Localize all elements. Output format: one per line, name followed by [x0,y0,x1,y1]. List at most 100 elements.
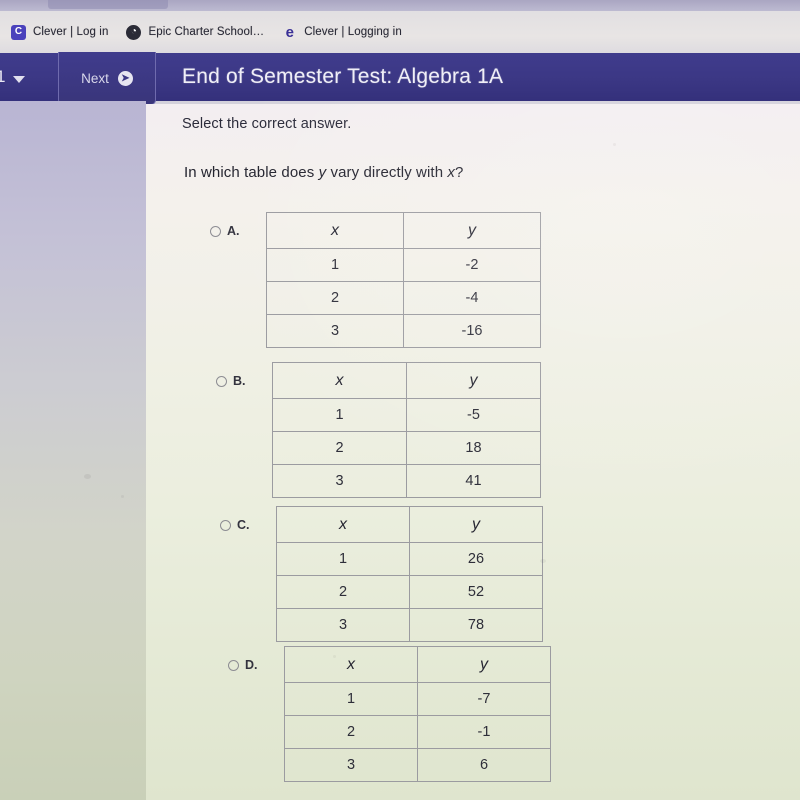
next-button[interactable]: Next ➤ [58,52,156,105]
screenshot-root: C Clever | Log in ◔ Epic Charter School…… [0,0,800,800]
next-button-label: Next [81,70,109,86]
table-row: 2 -4 [266,281,541,315]
cell-y: 41 [406,464,541,498]
table-header-row: x y [266,212,541,249]
answer-option-b[interactable]: B. x y 1 -5 2 18 3 41 [216,362,541,498]
cell-x: 3 [272,464,407,498]
cell-y: 26 [409,542,543,576]
browser-tab-clever-login[interactable]: C Clever | Log in [6,17,117,47]
table-row: 2 -1 [284,715,551,749]
column-header-x: x [276,506,410,543]
option-d-table: x y 1 -7 2 -1 3 6 [284,646,551,782]
cell-x: 1 [284,682,418,716]
cell-x: 2 [284,715,418,749]
question-text-part: ? [455,164,464,181]
cell-y: -1 [417,715,551,749]
option-letter: B. [233,374,246,388]
option-b-table: x y 1 -5 2 18 3 41 [272,362,541,498]
option-c-radio-group[interactable]: C. [220,506,276,532]
cell-y: -5 [406,398,541,432]
option-d-radio-group[interactable]: D. [228,646,284,672]
browser-tab-epic-charter-school[interactable]: ◔ Epic Charter School… [121,17,273,47]
cell-x: 3 [276,608,410,642]
table-row: 1 -2 [266,248,541,282]
page-title: End of Semester Test: Algebra 1A [182,65,504,88]
partial-tab-above [48,0,168,9]
edge-icon: e [285,23,294,41]
dust-speck [540,559,546,563]
cell-y: 18 [406,431,541,465]
option-c-table: x y 1 26 2 52 3 78 [276,506,543,642]
left-rail [0,101,146,800]
arrow-right-circle-icon: ➤ [117,70,133,86]
browser-tab-clever-logging-in[interactable]: e Clever | Logging in [277,17,411,47]
question-text: In which table does y vary directly with… [184,164,463,181]
radio-button-icon[interactable] [220,519,231,531]
browser-tab-title: Epic Charter School… [148,26,265,38]
answer-option-c[interactable]: C. x y 1 26 2 52 3 78 [220,506,543,642]
table-row: 1 -5 [272,398,541,432]
select-answer-instruction: Select the correct answer. [182,116,352,132]
cell-y: -4 [403,281,541,315]
column-header-x: x [272,362,407,399]
column-header-y: y [409,506,543,543]
dust-speck [121,495,124,498]
option-letter: C. [237,518,250,532]
cell-y: 78 [409,608,543,642]
radio-button-icon[interactable] [216,375,227,387]
question-number-dropdown[interactable]: 1 [0,53,58,101]
table-row: 2 52 [276,575,543,609]
column-header-y: y [403,212,541,249]
dust-speck [613,143,616,146]
cell-y: 6 [417,748,551,782]
question-number-label: 1 [0,67,6,86]
table-row: 1 -7 [284,682,551,716]
table-header-row: x y [284,646,551,683]
table-row: 2 18 [272,431,541,465]
option-a-table: x y 1 -2 2 -4 3 -16 [266,212,541,348]
answer-option-a[interactable]: A. x y 1 -2 2 -4 3 -16 [210,212,541,348]
dust-speck [333,655,336,658]
clever-icon: C [11,24,26,40]
browser-tab-title: Clever | Log in [33,26,109,38]
question-text-part: In which table does [184,164,319,181]
chevron-down-icon [13,76,26,83]
window-top-edge [0,0,800,11]
question-text-part: vary directly with [326,164,448,181]
cell-x: 1 [276,542,410,576]
radio-button-icon[interactable] [210,225,221,237]
question-card: Select the correct answer. In which tabl… [146,104,800,800]
option-b-radio-group[interactable]: B. [216,362,272,388]
column-header-x: x [266,212,404,249]
cell-y: 52 [409,575,543,609]
table-row: 3 78 [276,608,543,642]
cell-x: 1 [266,248,404,282]
cell-y: -7 [417,682,551,716]
option-a-radio-group[interactable]: A. [210,212,266,238]
table-row: 3 41 [272,464,541,498]
cell-x: 2 [276,575,410,609]
browser-tab-strip: C Clever | Log in ◔ Epic Charter School…… [0,11,800,53]
table-row: 3 6 [284,748,551,782]
column-header-y: y [406,362,541,399]
table-header-row: x y [276,506,543,543]
cell-x: 3 [266,314,404,348]
option-letter: A. [227,224,240,238]
cell-x: 2 [272,431,407,465]
table-row: 3 -16 [266,314,541,348]
answer-option-d[interactable]: D. x y 1 -7 2 -1 3 6 [228,646,551,782]
cell-x: 3 [284,748,418,782]
browser-tab-title: Clever | Logging in [304,26,402,38]
dust-speck [84,474,91,479]
option-letter: D. [245,658,258,672]
column-header-x: x [284,646,418,683]
cell-x: 1 [272,398,407,432]
table-row: 1 26 [276,542,543,576]
radio-button-icon[interactable] [228,659,239,671]
cell-y: -2 [403,248,541,282]
variable-x: x [447,164,456,181]
cell-y: -16 [403,314,541,348]
epic-globe-icon: ◔ [126,24,142,40]
cell-x: 2 [266,281,404,315]
table-header-row: x y [272,362,541,399]
